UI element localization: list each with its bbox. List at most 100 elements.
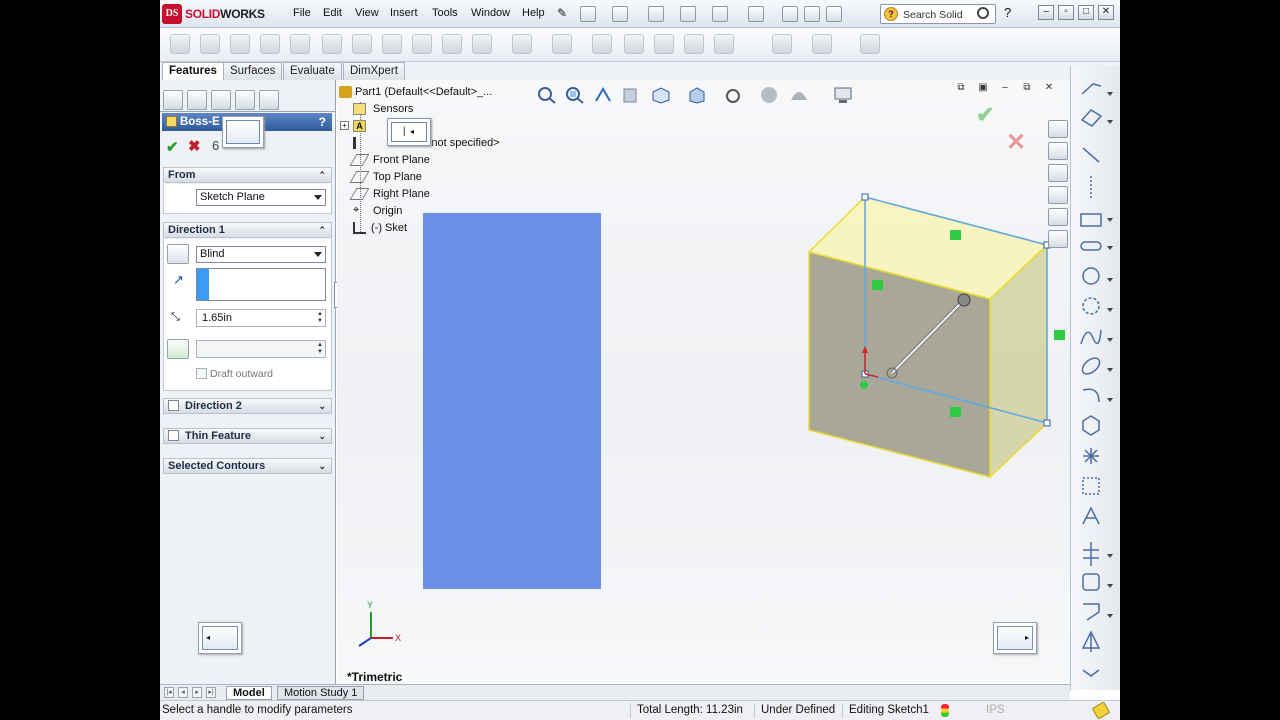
dropdown-arrow-icon[interactable] bbox=[1107, 308, 1113, 312]
dropdown-arrow-icon[interactable] bbox=[1107, 246, 1113, 250]
tab-dimxpert[interactable]: DimXpert bbox=[343, 62, 405, 80]
dropdown-arrow-icon[interactable] bbox=[1107, 584, 1113, 588]
solidworks-logo[interactable]: DS SOLIDWORKS bbox=[162, 4, 265, 24]
collapse-chevron-icon[interactable]: ⌃ bbox=[318, 223, 326, 237]
dropdown-arrow-icon[interactable] bbox=[1107, 614, 1113, 618]
solidworks-resources-icon[interactable] bbox=[1048, 120, 1068, 138]
selected-contours-group-header[interactable]: Selected Contours ⌄ bbox=[163, 458, 332, 474]
next-tab-icon[interactable]: ▸ bbox=[192, 687, 202, 698]
configuration-manager-tab-icon[interactable] bbox=[211, 90, 231, 110]
ok-button[interactable]: ✔ bbox=[166, 138, 179, 156]
minimize-button[interactable]: – bbox=[1038, 5, 1054, 20]
draft-icon[interactable] bbox=[624, 34, 644, 54]
menu-view[interactable]: View bbox=[355, 7, 379, 19]
menu-insert[interactable]: Insert bbox=[390, 7, 418, 19]
lofted-boss-icon[interactable] bbox=[260, 34, 280, 54]
tab-surfaces[interactable]: Surfaces bbox=[223, 62, 283, 80]
vertical-relation-icon[interactable] bbox=[1054, 330, 1065, 340]
reverse-direction-icon[interactable] bbox=[167, 244, 189, 264]
status-units[interactable]: IPS bbox=[986, 701, 1005, 720]
direction2-group-header[interactable]: Direction 2 ⌄ bbox=[163, 398, 332, 414]
horizontal-relation-icon[interactable] bbox=[950, 407, 961, 417]
horizontal-relation-icon[interactable] bbox=[950, 230, 961, 240]
vertical-relation-icon[interactable] bbox=[872, 280, 883, 290]
drag-handle-icon[interactable] bbox=[957, 293, 971, 307]
menu-window[interactable]: Window bbox=[471, 7, 510, 19]
from-group-header[interactable]: From ⌃ bbox=[163, 167, 332, 183]
reference-geometry-icon[interactable] bbox=[772, 34, 792, 54]
detailed-preview-icon[interactable]: 6 bbox=[212, 138, 219, 153]
menu-help[interactable]: Help bbox=[522, 7, 545, 19]
wrap-icon[interactable] bbox=[684, 34, 704, 54]
curves-icon[interactable] bbox=[812, 34, 832, 54]
dropdown-arrow-icon[interactable] bbox=[1107, 92, 1113, 96]
custom-properties-icon[interactable] bbox=[1048, 230, 1068, 248]
dropdown-arrow-icon[interactable] bbox=[1107, 398, 1113, 402]
lofted-cut-icon[interactable] bbox=[442, 34, 462, 54]
help-icon[interactable]: ? bbox=[1004, 5, 1011, 20]
last-tab-icon[interactable]: ▸| bbox=[206, 687, 216, 698]
menu-edit[interactable]: Edit bbox=[323, 7, 342, 19]
confirm-cancel-icon[interactable]: ✕ bbox=[1006, 128, 1026, 157]
collapse-chevron-icon[interactable]: ⌃ bbox=[318, 168, 326, 182]
restore-button[interactable]: ▫ bbox=[1058, 5, 1074, 20]
tab-motion-study[interactable]: Motion Study 1 bbox=[277, 686, 365, 700]
search-results-icon[interactable] bbox=[1048, 186, 1068, 204]
graphics-area[interactable]: ⧉ ▣ – ⧉ ✕ Part1 (Default<<Default>_... S… bbox=[337, 80, 1070, 684]
dropdown-arrow-icon[interactable] bbox=[1107, 368, 1113, 372]
rebuild-status-icon[interactable] bbox=[941, 704, 949, 717]
menu-tools[interactable]: Tools bbox=[432, 7, 458, 19]
sketch-point[interactable] bbox=[861, 193, 869, 201]
thin-feature-checkbox[interactable] bbox=[168, 430, 179, 441]
extruded-cut-icon[interactable] bbox=[322, 34, 342, 54]
end-condition-select[interactable]: Blind bbox=[196, 246, 326, 263]
revolved-cut-icon[interactable] bbox=[382, 34, 402, 54]
swept-boss-icon[interactable] bbox=[230, 34, 250, 54]
extruded-boss-icon[interactable] bbox=[170, 34, 190, 54]
spin-arrows-icon[interactable]: ▲ ▼ bbox=[317, 311, 323, 325]
design-library-icon[interactable] bbox=[1048, 142, 1068, 160]
boundary-boss-icon[interactable] bbox=[290, 34, 310, 54]
expand-chevron-icon[interactable]: ⌄ bbox=[318, 399, 326, 413]
open-icon[interactable] bbox=[612, 6, 628, 22]
menu-file[interactable]: File bbox=[293, 7, 311, 19]
linear-pattern-icon[interactable] bbox=[552, 34, 572, 54]
direction-selection-box[interactable] bbox=[196, 268, 326, 301]
select-icon[interactable] bbox=[748, 6, 764, 22]
property-manager-tab-icon[interactable] bbox=[187, 90, 207, 110]
fillet-icon[interactable] bbox=[512, 34, 532, 54]
thin-feature-group-header[interactable]: Thin Feature ⌄ bbox=[163, 428, 332, 444]
confirm-ok-icon[interactable]: ✔ bbox=[976, 102, 994, 128]
tab-evaluate[interactable]: Evaluate bbox=[283, 62, 342, 80]
new-document-icon[interactable] bbox=[580, 6, 596, 22]
feature-manager-tab-icon[interactable] bbox=[163, 90, 183, 110]
boundary-cut-icon[interactable] bbox=[472, 34, 492, 54]
rebuild-icon[interactable] bbox=[782, 6, 798, 22]
swept-cut-icon[interactable] bbox=[412, 34, 432, 54]
options-icon[interactable] bbox=[826, 6, 842, 22]
instant3d-icon[interactable] bbox=[860, 34, 880, 54]
sketch-point[interactable] bbox=[1043, 419, 1051, 427]
tab-model[interactable]: Model bbox=[226, 686, 272, 700]
save-icon[interactable] bbox=[648, 6, 664, 22]
close-button[interactable]: ✕ bbox=[1098, 5, 1114, 20]
appearances-icon[interactable] bbox=[1048, 208, 1068, 226]
dropdown-arrow-icon[interactable] bbox=[1107, 554, 1113, 558]
pm-help-icon[interactable]: ? bbox=[319, 113, 326, 131]
dropdown-arrow-icon[interactable] bbox=[1107, 218, 1113, 222]
dome-icon[interactable] bbox=[714, 34, 734, 54]
draft-toggle-icon[interactable] bbox=[167, 339, 189, 359]
dropdown-arrow-icon[interactable] bbox=[1107, 120, 1113, 124]
display-manager-tab-icon[interactable] bbox=[259, 90, 279, 110]
print-icon[interactable] bbox=[680, 6, 696, 22]
tag-icon[interactable] bbox=[1091, 701, 1111, 720]
dropdown-arrow-icon[interactable] bbox=[1107, 278, 1113, 282]
undo-icon[interactable] bbox=[712, 6, 728, 22]
prev-tab-icon[interactable]: ◂ bbox=[178, 687, 188, 698]
pm-preview-thumbnail[interactable]: ◂ bbox=[198, 622, 242, 654]
expand-chevron-icon[interactable]: ⌄ bbox=[318, 429, 326, 443]
search-icon[interactable] bbox=[977, 7, 989, 19]
first-tab-icon[interactable]: |◂ bbox=[164, 687, 174, 698]
depth-input[interactable]: 1.65in ▲ ▼ bbox=[196, 309, 326, 327]
expand-chevron-icon[interactable]: ⌄ bbox=[318, 459, 326, 473]
